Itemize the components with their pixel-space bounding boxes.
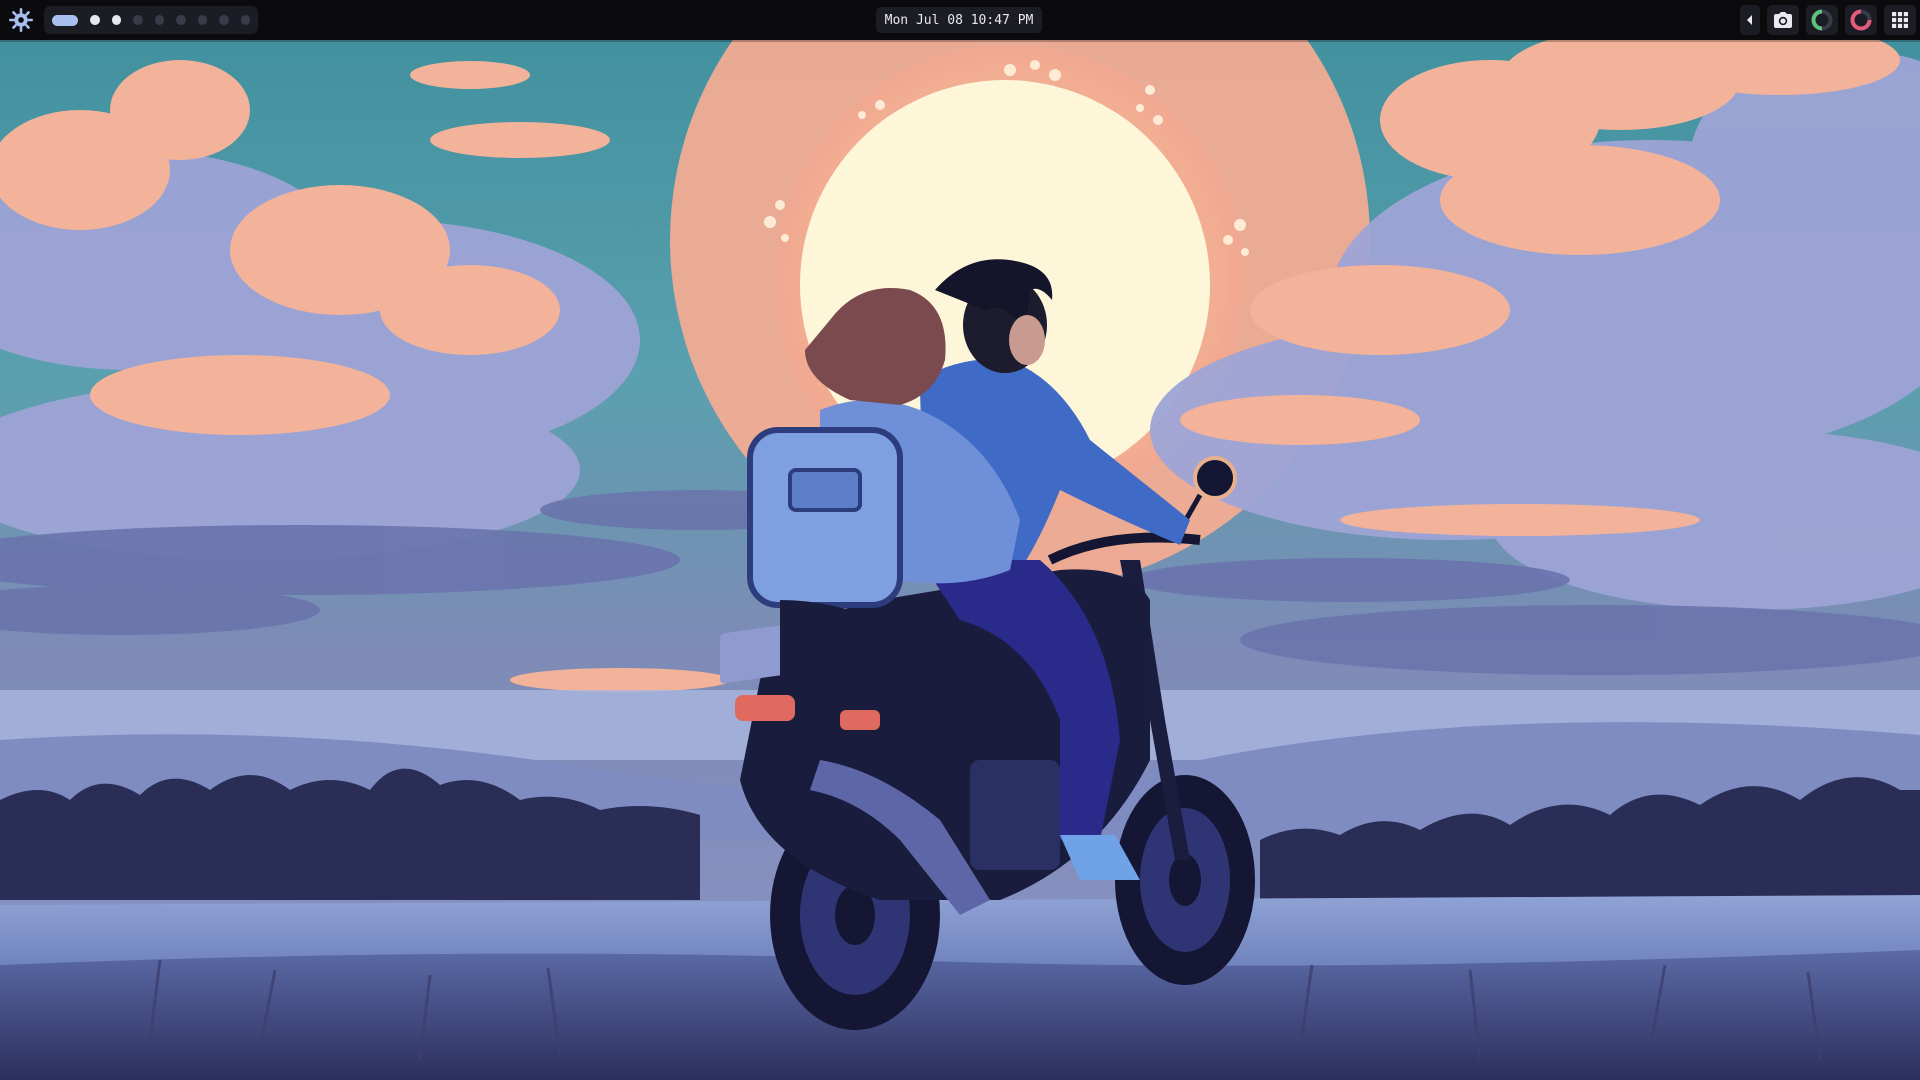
system-tray — [1740, 0, 1920, 40]
app-launcher-button[interactable] — [6, 5, 36, 35]
grid-icon — [1892, 12, 1908, 28]
workspace-9[interactable] — [240, 15, 250, 25]
workspace-6[interactable] — [176, 15, 186, 25]
screenshot-button[interactable] — [1767, 5, 1799, 35]
workspace-3[interactable] — [111, 15, 122, 25]
gear-icon — [9, 8, 33, 32]
workspace-2[interactable] — [90, 15, 100, 25]
camera-icon — [1774, 12, 1792, 28]
workspace-4[interactable] — [133, 15, 143, 25]
workspace-1[interactable] — [52, 14, 79, 26]
workspace-5[interactable] — [154, 15, 165, 25]
workspace-8[interactable] — [219, 15, 229, 25]
tray-collapse-button[interactable] — [1740, 5, 1760, 35]
chevron-left-icon — [1747, 15, 1752, 25]
top-panel: Mon Jul 08 10:47 PM — [0, 0, 1920, 40]
memory-ring-icon — [1850, 9, 1872, 31]
workspace-7[interactable] — [197, 15, 208, 25]
memory-usage-indicator[interactable] — [1845, 5, 1877, 35]
workspace-switcher — [44, 6, 258, 34]
app-grid-button[interactable] — [1884, 5, 1916, 35]
desktop-wallpaper — [0, 0, 1920, 1080]
cpu-ring-icon — [1811, 9, 1833, 31]
clock[interactable]: Mon Jul 08 10:47 PM — [876, 7, 1042, 33]
cpu-usage-indicator[interactable] — [1806, 5, 1838, 35]
